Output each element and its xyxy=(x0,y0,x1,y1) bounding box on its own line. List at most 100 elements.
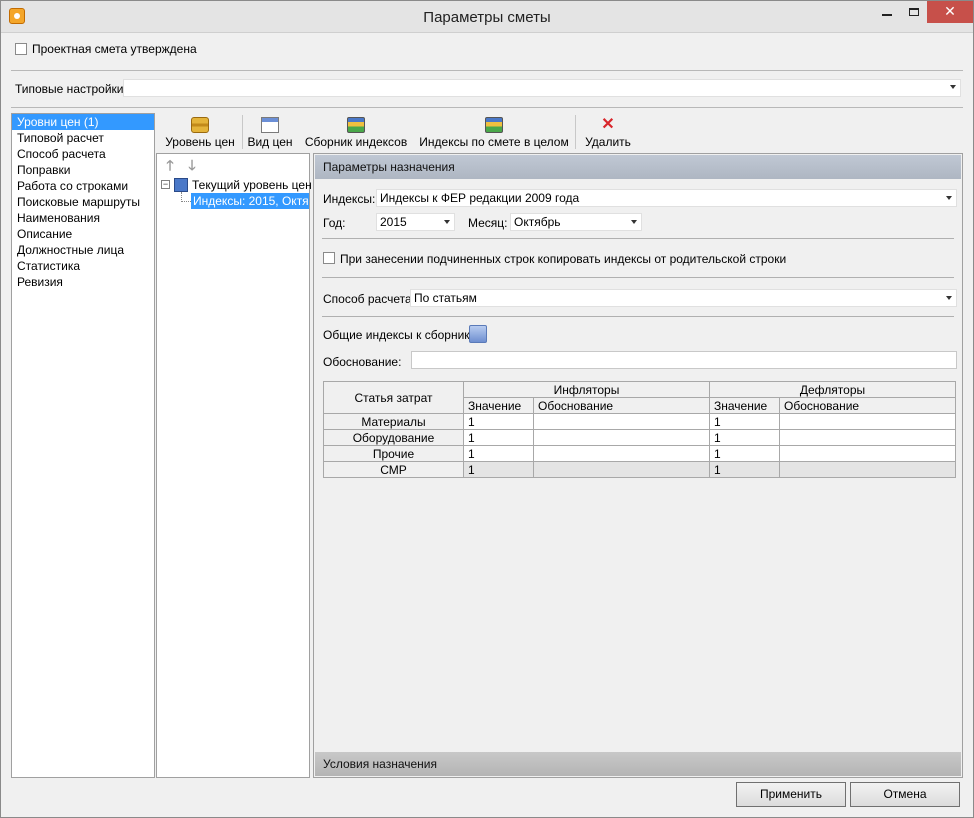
col-header-defl-justification[interactable]: Обоснование xyxy=(779,397,956,414)
group-header-inflators: Инфляторы xyxy=(463,381,710,398)
tree-child-node[interactable]: Индексы: 2015, Октябрь xyxy=(191,193,309,209)
sidebar-item-statistics[interactable]: Статистика xyxy=(12,258,154,274)
chevron-down-icon xyxy=(946,296,952,300)
chevron-down-icon xyxy=(950,85,956,89)
books-icon xyxy=(347,117,365,133)
indexes-whole-label: Индексы по смете в целом xyxy=(419,135,569,149)
infl-justification-cell[interactable] xyxy=(533,461,710,478)
estimate-parameters-window: Параметры сметы ✕ Проектная смета утверж… xyxy=(0,0,974,818)
justification-input[interactable] xyxy=(411,351,957,369)
defl-value-cell[interactable]: 1 xyxy=(709,429,780,446)
calc-method-label: Способ расчета: xyxy=(323,292,415,306)
assignment-params-panel: Параметры назначения Индексы: Индексы к … xyxy=(313,153,963,778)
sidebar-item-typical-calc[interactable]: Типовой расчет xyxy=(12,130,154,146)
common-indexes-label: Общие индексы к сборнику xyxy=(323,328,476,342)
maximize-icon xyxy=(909,8,919,16)
col-header-infl-value[interactable]: Значение xyxy=(463,397,534,414)
year-select[interactable]: 2015 xyxy=(376,213,455,231)
sidebar-item-officials[interactable]: Должностные лица xyxy=(12,242,154,258)
infl-justification-cell[interactable] xyxy=(533,445,710,462)
price-level-icon xyxy=(174,178,188,192)
defl-value-cell[interactable]: 1 xyxy=(709,413,780,430)
indexes-whole-button[interactable]: Индексы по смете в целом xyxy=(417,115,571,151)
table-row[interactable]: Прочие 1 1 xyxy=(323,445,956,462)
minimize-button[interactable] xyxy=(873,1,901,23)
price-level-button[interactable]: Уровень цен xyxy=(160,115,240,151)
params-section-header[interactable]: Параметры назначения xyxy=(315,155,961,179)
table-row[interactable]: Оборудование 1 1 xyxy=(323,429,956,446)
move-up-icon[interactable]: 🡑 xyxy=(163,158,177,172)
col-header-infl-justification[interactable]: Обоснование xyxy=(533,397,710,414)
copy-indexes-label: При занесении подчиненных строк копирова… xyxy=(340,252,787,266)
collapse-icon[interactable]: − xyxy=(161,180,170,189)
col-header-defl-value[interactable]: Значение xyxy=(709,397,780,414)
cancel-button[interactable]: Отмена xyxy=(850,782,960,807)
sidebar-item-description[interactable]: Описание xyxy=(12,226,154,242)
table-row[interactable]: СМР 1 1 xyxy=(323,461,956,478)
calc-method-value: По статьям xyxy=(414,291,477,305)
delete-icon: ✕ xyxy=(601,116,615,133)
sidebar-item-row-work[interactable]: Работа со строками xyxy=(12,178,154,194)
indexes-grid: Статья затрат Инфляторы Дефляторы Значен… xyxy=(323,381,956,478)
month-select[interactable]: Октябрь xyxy=(510,213,642,231)
sidebar-item-revision[interactable]: Ревизия xyxy=(12,274,154,290)
typical-settings-select[interactable] xyxy=(123,79,961,97)
tree-root-node[interactable]: Текущий уровень цен xyxy=(192,178,312,192)
sidebar-item-corrections[interactable]: Поправки xyxy=(12,162,154,178)
calc-method-select[interactable]: По статьям xyxy=(410,289,957,307)
chevron-down-icon xyxy=(444,220,450,224)
table-row[interactable]: Материалы 1 1 xyxy=(323,413,956,430)
infl-value-cell[interactable]: 1 xyxy=(463,413,534,430)
row-name: СМР xyxy=(323,461,464,478)
conditions-section-header[interactable]: Условия назначения xyxy=(315,752,961,776)
price-level-tree: 🡑 🡓 − Текущий уровень цен Индексы: 2015,… xyxy=(156,153,312,778)
delete-button[interactable]: ✕ Удалить xyxy=(582,115,634,151)
close-icon: ✕ xyxy=(944,3,956,19)
indexes-select[interactable]: Индексы к ФЕР редакции 2009 года xyxy=(376,189,957,207)
sidebar-item-price-levels[interactable]: Уровни цен (1) xyxy=(12,114,154,130)
sidebar-item-calc-method[interactable]: Способ расчета xyxy=(12,146,154,162)
approved-checkbox[interactable] xyxy=(15,43,27,55)
month-value: Октябрь xyxy=(514,215,561,229)
divider xyxy=(11,70,963,71)
title-bar: Параметры сметы ✕ xyxy=(1,1,973,33)
row-name: Материалы xyxy=(323,413,464,430)
defl-justification-cell[interactable] xyxy=(779,413,956,430)
sigma-books-icon xyxy=(485,117,503,133)
index-collection-label: Сборник индексов xyxy=(304,135,408,149)
divider xyxy=(322,277,954,278)
group-header-deflators: Дефляторы xyxy=(709,381,956,398)
maximize-button[interactable] xyxy=(901,1,927,23)
minimize-icon xyxy=(882,14,892,16)
infl-value-cell[interactable]: 1 xyxy=(463,445,534,462)
row-name: Оборудование xyxy=(323,429,464,446)
price-type-button[interactable]: Вид цен xyxy=(246,115,294,151)
apply-button[interactable]: Применить xyxy=(736,782,846,807)
sidebar-item-search-routes[interactable]: Поисковые маршруты xyxy=(12,194,154,210)
close-button[interactable]: ✕ xyxy=(927,1,973,23)
defl-value-cell[interactable]: 1 xyxy=(709,445,780,462)
sidebar-item-names[interactable]: Наименования xyxy=(12,210,154,226)
pick-icon[interactable] xyxy=(469,325,487,343)
approved-checkbox-row[interactable]: Проектная смета утверждена xyxy=(15,41,197,57)
defl-justification-cell[interactable] xyxy=(779,461,956,478)
justification-label: Обоснование: xyxy=(323,355,402,369)
approved-checkbox-label: Проектная смета утверждена xyxy=(32,42,197,56)
price-type-label: Вид цен xyxy=(247,135,293,149)
delete-label: Удалить xyxy=(585,135,631,149)
price-level-label: Уровень цен xyxy=(165,135,235,149)
chevron-down-icon xyxy=(946,196,952,200)
col-header-cost-item[interactable]: Статья затрат xyxy=(323,381,464,414)
defl-value-cell[interactable]: 1 xyxy=(709,461,780,478)
infl-value-cell[interactable]: 1 xyxy=(463,429,534,446)
move-down-icon[interactable]: 🡓 xyxy=(185,158,199,172)
index-collection-button[interactable]: Сборник индексов xyxy=(302,115,410,151)
infl-value-cell[interactable]: 1 xyxy=(463,461,534,478)
defl-justification-cell[interactable] xyxy=(779,429,956,446)
infl-justification-cell[interactable] xyxy=(533,429,710,446)
copy-indexes-checkbox[interactable] xyxy=(323,252,335,264)
defl-justification-cell[interactable] xyxy=(779,445,956,462)
infl-justification-cell[interactable] xyxy=(533,413,710,430)
toolbar: Уровень цен Вид цен Сборник индексов Инд… xyxy=(156,113,964,151)
divider xyxy=(322,238,954,239)
